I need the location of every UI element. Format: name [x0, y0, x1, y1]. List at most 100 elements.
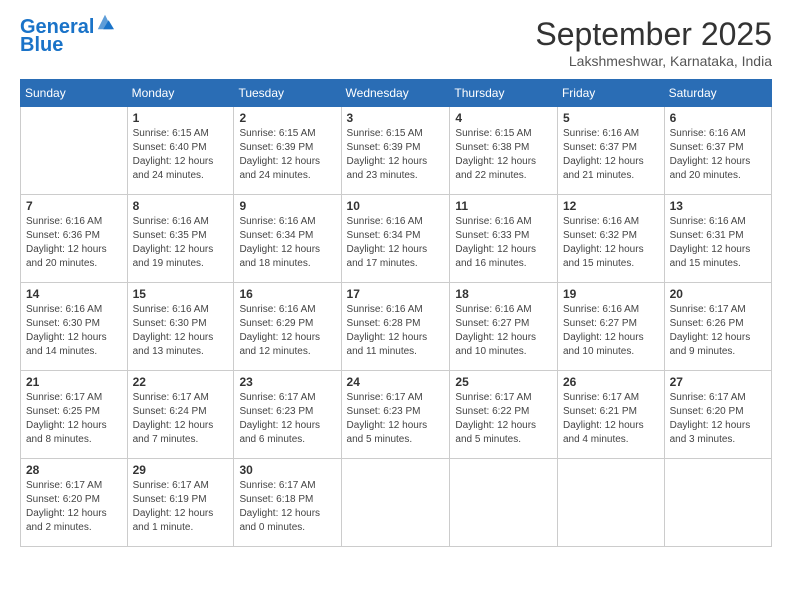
week-row-5: 28 Sunrise: 6:17 AM Sunset: 6:20 PM Dayli… [21, 459, 772, 547]
cell-date-number: 28 [26, 463, 122, 477]
cell-info-text: Sunrise: 6:16 AM Sunset: 6:27 PM Dayligh… [563, 303, 659, 359]
cell-date-number: 21 [26, 375, 122, 389]
cell-info-text: Sunrise: 6:16 AM Sunset: 6:28 PM Dayligh… [347, 303, 445, 359]
cell-info-text: Sunrise: 6:16 AM Sunset: 6:30 PM Dayligh… [133, 303, 229, 359]
cell-info-text: Sunrise: 6:16 AM Sunset: 6:37 PM Dayligh… [670, 127, 766, 183]
cell-info-text: Sunrise: 6:16 AM Sunset: 6:34 PM Dayligh… [239, 215, 335, 271]
cell-info-text: Sunrise: 6:15 AM Sunset: 6:40 PM Dayligh… [133, 127, 229, 183]
cell-date-number: 18 [455, 287, 552, 301]
calendar-cell: 8Sunrise: 6:16 AM Sunset: 6:35 PM Daylig… [127, 195, 234, 283]
cell-date-number: 26 [563, 375, 659, 389]
cell-info-text: Sunrise: 6:16 AM Sunset: 6:29 PM Dayligh… [239, 303, 335, 359]
location-subtitle: Lakshmeshwar, Karnataka, India [535, 53, 772, 69]
cell-info-text: Sunrise: 6:16 AM Sunset: 6:35 PM Dayligh… [133, 215, 229, 271]
cell-info-text: Sunrise: 6:17 AM Sunset: 6:22 PM Dayligh… [455, 391, 552, 447]
weekday-header-monday: Monday [127, 80, 234, 107]
calendar-cell: 17Sunrise: 6:16 AM Sunset: 6:28 PM Dayli… [341, 283, 450, 371]
calendar-cell: 3 Sunrise: 6:15 AM Sunset: 6:39 PM Daylig… [341, 107, 450, 195]
calendar-cell: 23Sunrise: 6:17 AM Sunset: 6:23 PM Dayli… [234, 371, 341, 459]
cell-date-number: 20 [670, 287, 766, 301]
calendar-cell: 29 Sunrise: 6:17 AM Sunset: 6:19 PM Dayli… [127, 459, 234, 547]
calendar-cell: 7 Sunrise: 6:16 AM Sunset: 6:36 PM Daylig… [21, 195, 128, 283]
calendar-cell: 18 Sunrise: 6:16 AM Sunset: 6:27 PM Dayli… [450, 283, 558, 371]
calendar-cell [341, 459, 450, 547]
calendar-cell [557, 459, 664, 547]
calendar-cell: 19 Sunrise: 6:16 AM Sunset: 6:27 PM Dayli… [557, 283, 664, 371]
calendar-cell: 16 Sunrise: 6:16 AM Sunset: 6:29 PM Dayli… [234, 283, 341, 371]
logo: General Blue [20, 16, 114, 57]
calendar-cell: 14 Sunrise: 6:16 AM Sunset: 6:30 PM Dayli… [21, 283, 128, 371]
cell-date-number: 16 [239, 287, 335, 301]
calendar-cell: 11 Sunrise: 6:16 AM Sunset: 6:33 PM Dayli… [450, 195, 558, 283]
week-row-4: 21 Sunrise: 6:17 AM Sunset: 6:25 PM Dayli… [21, 371, 772, 459]
calendar-cell: 24Sunrise: 6:17 AM Sunset: 6:23 PM Dayli… [341, 371, 450, 459]
calendar-cell [21, 107, 128, 195]
weekday-header-saturday: Saturday [664, 80, 771, 107]
calendar-cell: 12 Sunrise: 6:16 AM Sunset: 6:32 PM Dayli… [557, 195, 664, 283]
cell-info-text: Sunrise: 6:17 AM Sunset: 6:20 PM Dayligh… [670, 391, 766, 447]
calendar-cell [450, 459, 558, 547]
cell-date-number: 11 [455, 199, 552, 213]
calendar-cell [664, 459, 771, 547]
cell-info-text: Sunrise: 6:17 AM Sunset: 6:18 PM Dayligh… [239, 479, 335, 535]
logo-icon [96, 13, 114, 31]
cell-date-number: 23 [239, 375, 335, 389]
week-row-1: 1Sunrise: 6:15 AM Sunset: 6:40 PM Daylig… [21, 107, 772, 195]
calendar-cell: 6 Sunrise: 6:16 AM Sunset: 6:37 PM Daylig… [664, 107, 771, 195]
calendar-cell: 9 Sunrise: 6:16 AM Sunset: 6:34 PM Daylig… [234, 195, 341, 283]
cell-date-number: 10 [347, 199, 445, 213]
cell-info-text: Sunrise: 6:17 AM Sunset: 6:21 PM Dayligh… [563, 391, 659, 447]
cell-date-number: 3 [347, 111, 445, 125]
cell-date-number: 2 [239, 111, 335, 125]
cell-info-text: Sunrise: 6:17 AM Sunset: 6:23 PM Dayligh… [347, 391, 445, 447]
weekday-header-sunday: Sunday [21, 80, 128, 107]
cell-date-number: 19 [563, 287, 659, 301]
cell-info-text: Sunrise: 6:16 AM Sunset: 6:33 PM Dayligh… [455, 215, 552, 271]
cell-date-number: 29 [133, 463, 229, 477]
calendar-cell: 27 Sunrise: 6:17 AM Sunset: 6:20 PM Dayli… [664, 371, 771, 459]
cell-info-text: Sunrise: 6:16 AM Sunset: 6:34 PM Dayligh… [347, 215, 445, 271]
calendar-cell: 4Sunrise: 6:15 AM Sunset: 6:38 PM Daylig… [450, 107, 558, 195]
calendar-cell: 2 Sunrise: 6:15 AM Sunset: 6:39 PM Daylig… [234, 107, 341, 195]
cell-date-number: 25 [455, 375, 552, 389]
weekday-header-thursday: Thursday [450, 80, 558, 107]
cell-info-text: Sunrise: 6:16 AM Sunset: 6:37 PM Dayligh… [563, 127, 659, 183]
month-title: September 2025 [535, 16, 772, 53]
week-row-2: 7 Sunrise: 6:16 AM Sunset: 6:36 PM Daylig… [21, 195, 772, 283]
cell-date-number: 5 [563, 111, 659, 125]
weekday-header-tuesday: Tuesday [234, 80, 341, 107]
cell-date-number: 12 [563, 199, 659, 213]
calendar-cell: 5 Sunrise: 6:16 AM Sunset: 6:37 PM Daylig… [557, 107, 664, 195]
calendar-cell: 20Sunrise: 6:17 AM Sunset: 6:26 PM Dayli… [664, 283, 771, 371]
calendar-cell: 30 Sunrise: 6:17 AM Sunset: 6:18 PM Dayli… [234, 459, 341, 547]
cell-info-text: Sunrise: 6:16 AM Sunset: 6:31 PM Dayligh… [670, 215, 766, 271]
cell-info-text: Sunrise: 6:15 AM Sunset: 6:38 PM Dayligh… [455, 127, 552, 183]
cell-info-text: Sunrise: 6:16 AM Sunset: 6:27 PM Dayligh… [455, 303, 552, 359]
calendar-cell: 1Sunrise: 6:15 AM Sunset: 6:40 PM Daylig… [127, 107, 234, 195]
cell-info-text: Sunrise: 6:16 AM Sunset: 6:36 PM Dayligh… [26, 215, 122, 271]
cell-info-text: Sunrise: 6:17 AM Sunset: 6:19 PM Dayligh… [133, 479, 229, 535]
cell-date-number: 13 [670, 199, 766, 213]
cell-info-text: Sunrise: 6:16 AM Sunset: 6:32 PM Dayligh… [563, 215, 659, 271]
calendar-cell: 10 Sunrise: 6:16 AM Sunset: 6:34 PM Dayli… [341, 195, 450, 283]
cell-date-number: 9 [239, 199, 335, 213]
calendar-cell: 26 Sunrise: 6:17 AM Sunset: 6:21 PM Dayli… [557, 371, 664, 459]
calendar-table: SundayMondayTuesdayWednesdayThursdayFrid… [20, 79, 772, 547]
cell-date-number: 27 [670, 375, 766, 389]
cell-date-number: 7 [26, 199, 122, 213]
calendar-cell: 28 Sunrise: 6:17 AM Sunset: 6:20 PM Dayli… [21, 459, 128, 547]
cell-info-text: Sunrise: 6:16 AM Sunset: 6:30 PM Dayligh… [26, 303, 122, 359]
calendar-cell: 15Sunrise: 6:16 AM Sunset: 6:30 PM Dayli… [127, 283, 234, 371]
page: General Blue September 2025 Lakshmeshwar… [0, 0, 792, 612]
cell-info-text: Sunrise: 6:17 AM Sunset: 6:20 PM Dayligh… [26, 479, 122, 535]
header: General Blue September 2025 Lakshmeshwar… [20, 16, 772, 69]
calendar-cell: 21 Sunrise: 6:17 AM Sunset: 6:25 PM Dayli… [21, 371, 128, 459]
cell-date-number: 6 [670, 111, 766, 125]
cell-info-text: Sunrise: 6:17 AM Sunset: 6:24 PM Dayligh… [133, 391, 229, 447]
cell-date-number: 30 [239, 463, 335, 477]
cell-date-number: 14 [26, 287, 122, 301]
cell-info-text: Sunrise: 6:15 AM Sunset: 6:39 PM Dayligh… [347, 127, 445, 183]
cell-info-text: Sunrise: 6:17 AM Sunset: 6:25 PM Dayligh… [26, 391, 122, 447]
cell-info-text: Sunrise: 6:15 AM Sunset: 6:39 PM Dayligh… [239, 127, 335, 183]
title-block: September 2025 Lakshmeshwar, Karnataka, … [535, 16, 772, 69]
